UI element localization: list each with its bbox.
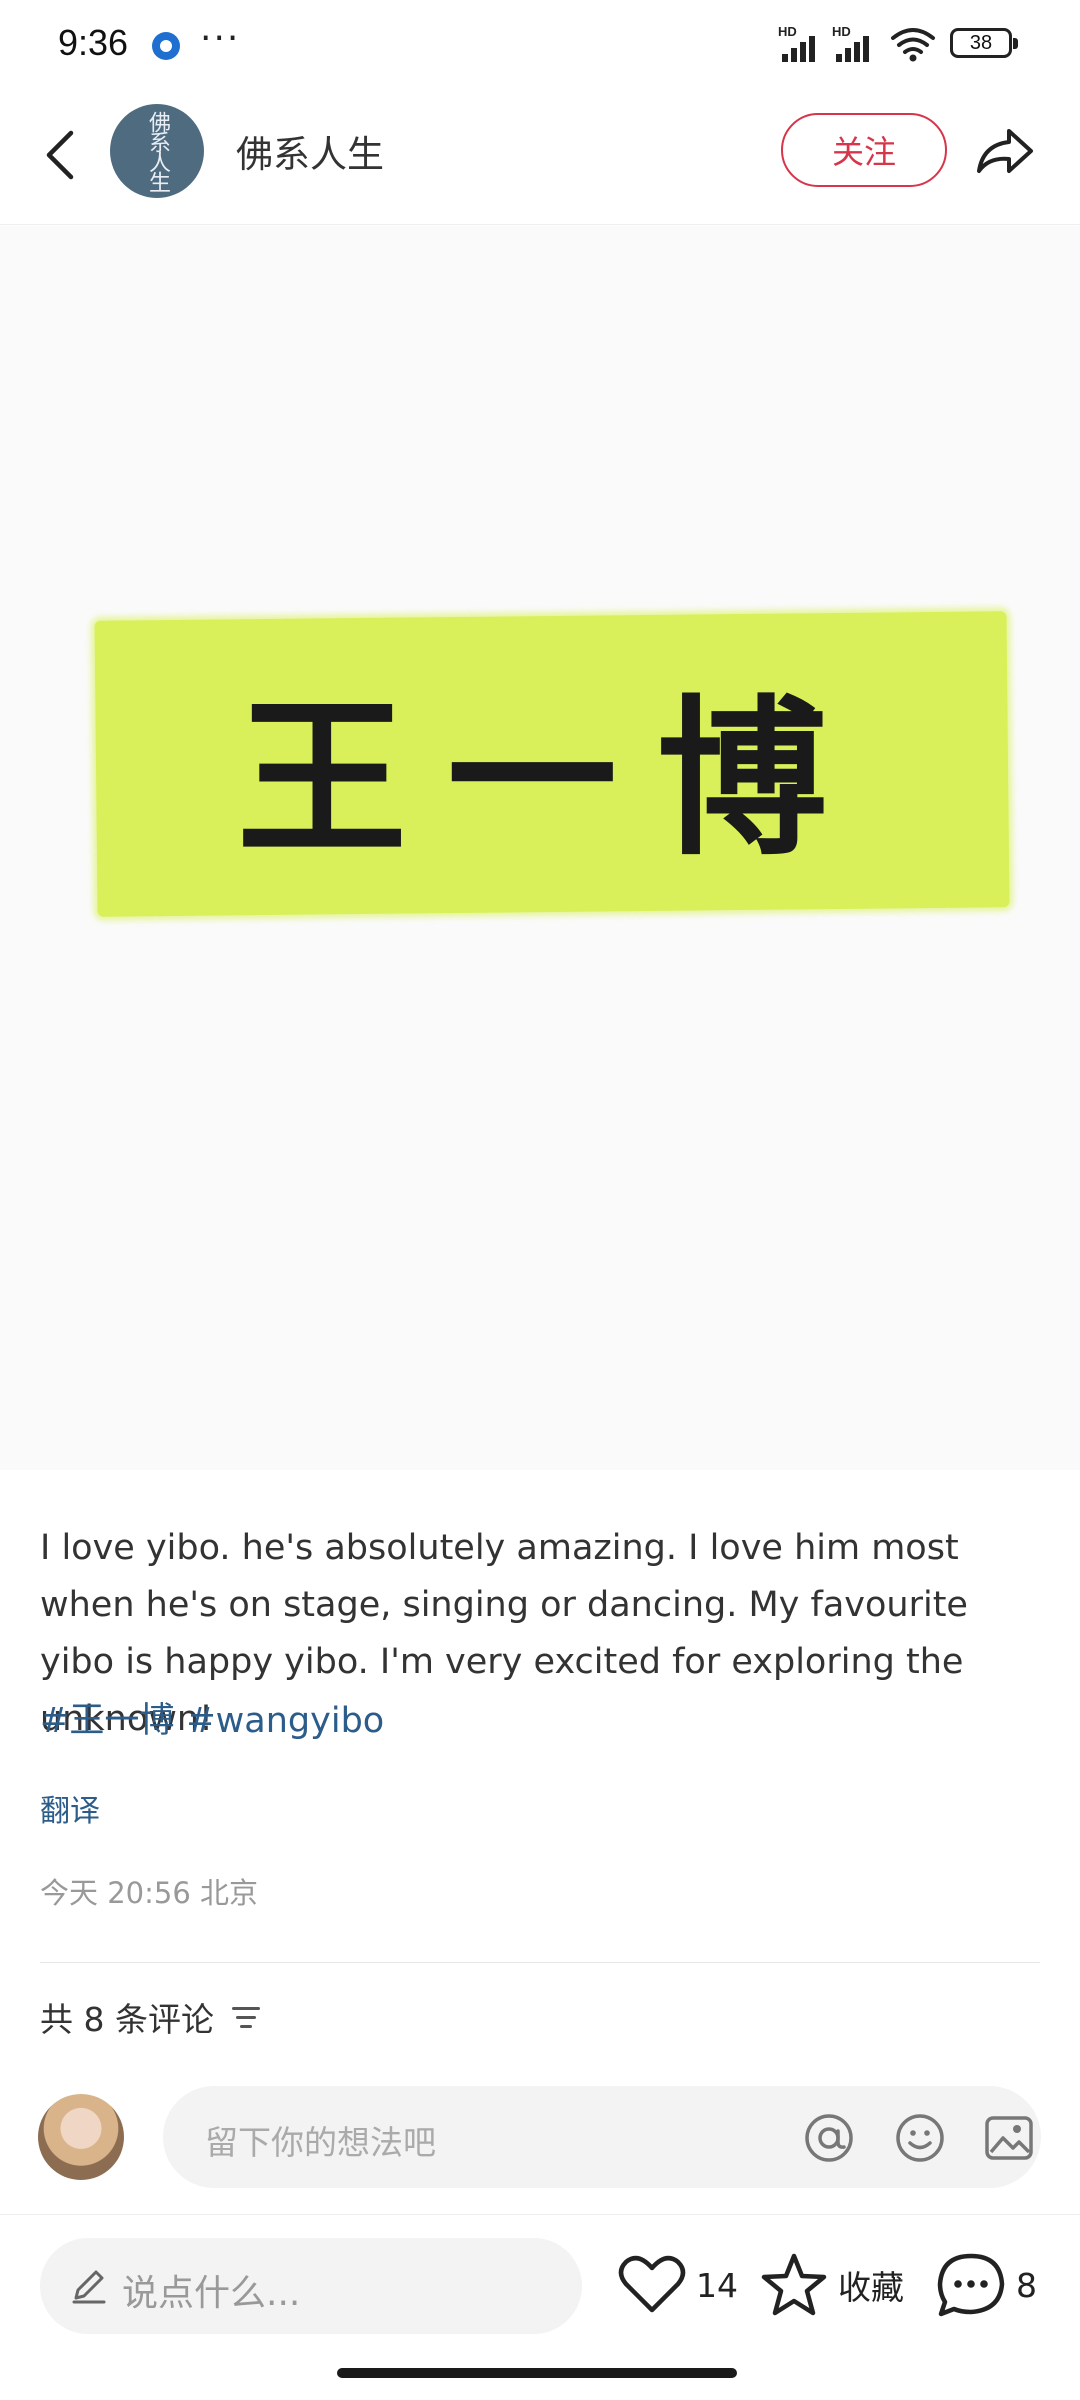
- favorite-button[interactable]: 收藏: [760, 2250, 904, 2320]
- chevron-left-icon: [46, 130, 74, 180]
- sort-icon[interactable]: [231, 2005, 262, 2029]
- wifi-icon: [891, 28, 935, 62]
- hashtag-list: #王一博 #wangyibo: [40, 1692, 396, 1743]
- mention-icon[interactable]: [803, 2112, 855, 2164]
- quick-comment-placeholder: 说点什么...: [122, 2273, 301, 2314]
- app-notification-icon: [152, 32, 180, 60]
- like-count: 14: [696, 2265, 738, 2305]
- share-button[interactable]: [970, 116, 1040, 186]
- comment-count: 8: [1016, 2265, 1037, 2305]
- signal-hd-label: HD: [832, 24, 851, 39]
- hashtag-link[interactable]: #王一博: [40, 1701, 174, 1741]
- post-header: 佛系人生 佛系人生 关注: [0, 90, 1080, 225]
- pencil-icon: [72, 2270, 106, 2304]
- back-button[interactable]: [30, 120, 90, 190]
- current-user-avatar: [38, 2094, 124, 2180]
- comment-bubble-icon: [937, 2253, 1005, 2317]
- status-time: 9:36: [58, 22, 129, 63]
- divider: [40, 1962, 1040, 1963]
- emoji-icon[interactable]: [894, 2112, 946, 2164]
- author-avatar-text: 佛系人生: [145, 111, 170, 191]
- more-notifications-icon: ···: [200, 18, 241, 59]
- post-timestamp-location: 今天 20:56 北京: [40, 1876, 259, 1910]
- comment-input[interactable]: 留下你的想法吧: [163, 2086, 1041, 2188]
- post-image-text: 王一博: [236, 681, 867, 879]
- heart-icon: [618, 2255, 686, 2313]
- like-button[interactable]: 14: [618, 2250, 738, 2320]
- image-picker-icon[interactable]: [983, 2112, 1035, 2164]
- comment-input-placeholder: 留下你的想法吧: [205, 2123, 436, 2162]
- post-image[interactable]: 王一博: [0, 226, 1080, 1470]
- follow-button[interactable]: 关注: [781, 113, 947, 187]
- home-indicator[interactable]: [337, 2368, 737, 2378]
- author-name[interactable]: 佛系人生: [236, 124, 384, 178]
- signal-icon: HD: [778, 24, 824, 62]
- star-icon: [761, 2253, 827, 2316]
- divider: [0, 2214, 1080, 2215]
- comment-count-header[interactable]: 共 8 条评论: [40, 1993, 262, 2041]
- quick-comment-input[interactable]: 说点什么...: [40, 2238, 582, 2334]
- comment-count-label: 共 8 条评论: [40, 2000, 214, 2039]
- signal-hd-label: HD: [778, 24, 797, 39]
- status-bar: 9:36 ··· HD HD 38: [0, 0, 1080, 90]
- hashtag-link[interactable]: #wangyibo: [186, 1701, 384, 1741]
- author-avatar[interactable]: 佛系人生: [110, 104, 204, 198]
- favorite-label: 收藏: [838, 2268, 904, 2307]
- comment-button[interactable]: 8: [936, 2250, 1037, 2320]
- battery-indicator: 38: [950, 28, 1018, 58]
- share-icon: [977, 129, 1033, 173]
- translate-link[interactable]: 翻译: [40, 1786, 100, 1830]
- signal-icon: HD: [832, 24, 878, 62]
